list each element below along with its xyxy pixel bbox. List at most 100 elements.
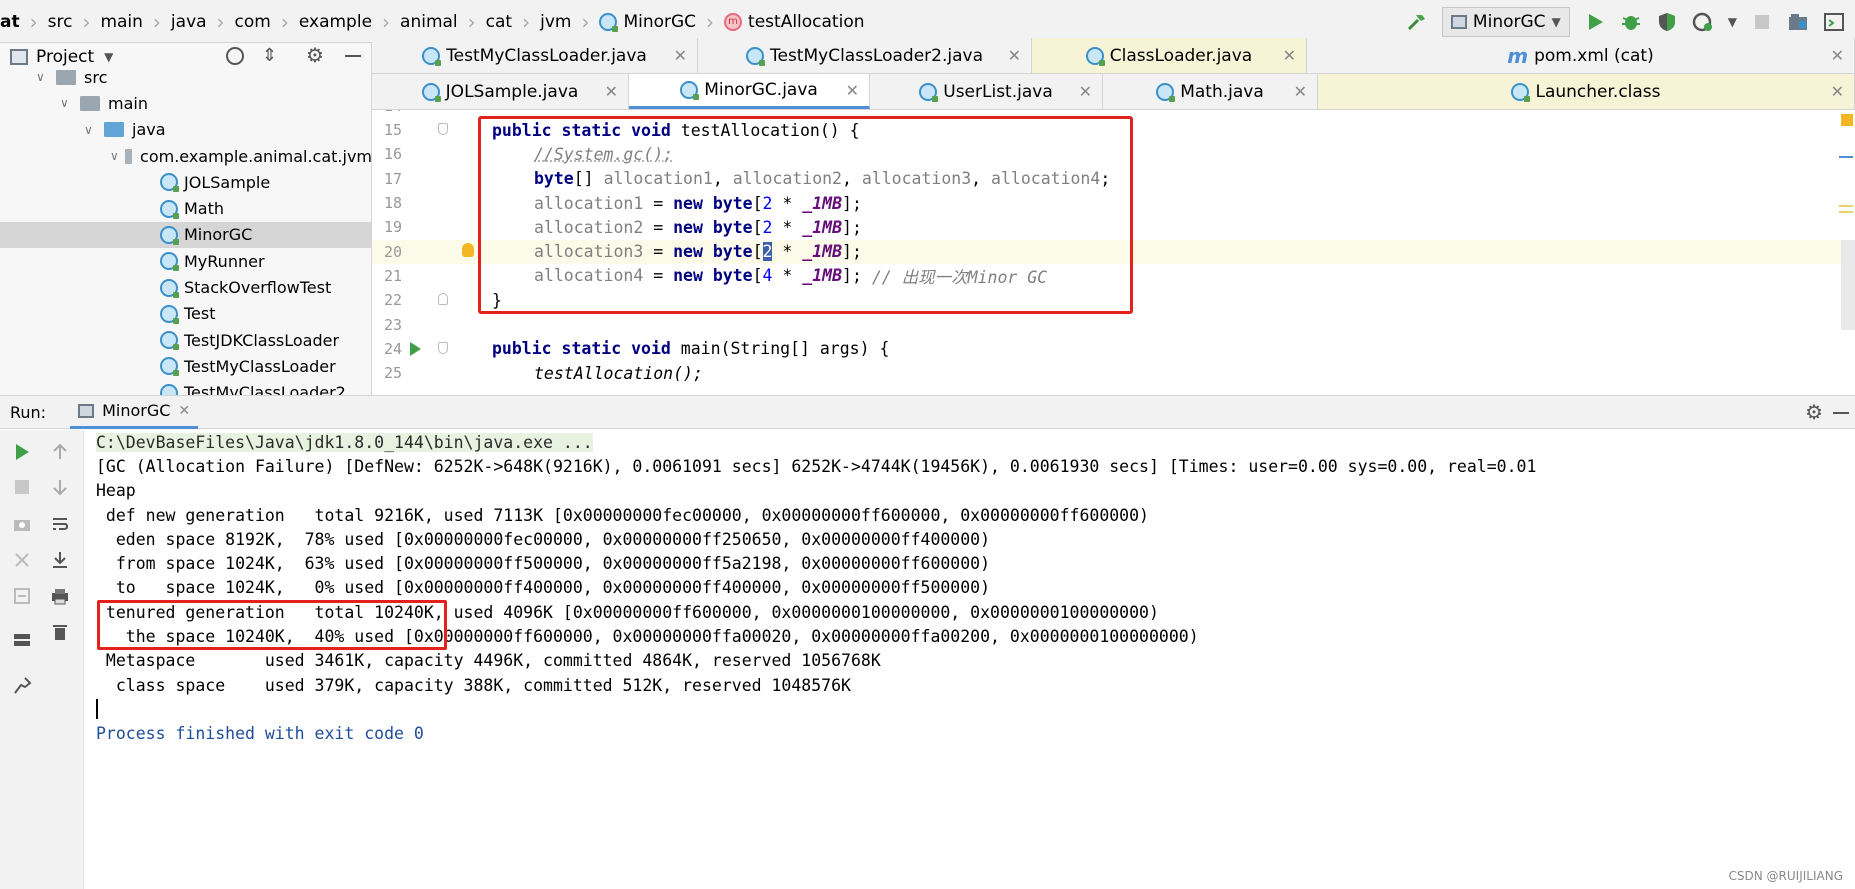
layout-icon[interactable]: [12, 630, 34, 650]
camera-icon[interactable]: [12, 514, 34, 534]
scrollbar-thumb[interactable]: [1841, 240, 1855, 330]
editor-tab[interactable]: TestMyClassLoader2.java ✕: [698, 38, 1032, 73]
stop-icon[interactable]: [12, 477, 34, 497]
error-stripe-marker[interactable]: [1839, 156, 1853, 158]
chevron-down-icon[interactable]: ∨: [84, 123, 98, 137]
breadcrumb-item[interactable]: java: [165, 12, 213, 32]
project-view-icon: [10, 49, 28, 65]
minimize-icon[interactable]: [345, 55, 361, 57]
editor-tab-label: Math.java: [1180, 81, 1264, 102]
breadcrumb-item[interactable]: cat: [480, 12, 518, 32]
tree-item[interactable]: Test: [0, 301, 371, 327]
terminal-icon[interactable]: [1823, 11, 1845, 33]
locate-file-icon[interactable]: [226, 47, 244, 65]
fold-marker-icon[interactable]: [438, 123, 448, 135]
close-icon[interactable]: ✕: [1294, 82, 1307, 101]
console-line: eden space 8192K, 78% used [0x00000000fe…: [96, 529, 991, 549]
run-label: Run:: [10, 402, 47, 422]
close-icon[interactable]: ✕: [1079, 82, 1092, 101]
debug-icon[interactable]: [1620, 11, 1642, 33]
close-icon[interactable]: ✕: [605, 82, 618, 101]
tree-item[interactable]: ∨ com.example.animal.cat.jvm: [0, 143, 371, 169]
run-gutter-icon[interactable]: [410, 341, 421, 356]
run-icon[interactable]: [1584, 11, 1606, 33]
folder-icon: [80, 95, 100, 111]
close-icon[interactable]: ✕: [1008, 46, 1021, 65]
console-line: C:\DevBaseFiles\Java\jdk1.8.0_144\bin\ja…: [96, 432, 593, 452]
tree-item[interactable]: TestMyClassLoader2: [0, 380, 371, 395]
editor-tab[interactable]: TestMyClassLoader.java ✕: [372, 38, 698, 73]
close-icon[interactable]: ✕: [846, 81, 859, 100]
editor-tab[interactable]: m pom.xml (cat) ✕: [1307, 38, 1855, 73]
breadcrumb-item[interactable]: m testAllocation: [718, 12, 870, 32]
profiler-icon[interactable]: [1692, 11, 1714, 33]
method-icon: m: [724, 12, 743, 31]
tree-item[interactable]: TestMyClassLoader: [0, 353, 371, 379]
tree-item[interactable]: JOLSample: [0, 169, 371, 195]
package-icon: [124, 148, 133, 164]
tree-item[interactable]: StackOverflowTest: [0, 274, 371, 300]
intention-bulb-icon[interactable]: [462, 242, 474, 257]
breadcrumb-item[interactable]: example: [293, 12, 378, 32]
tree-item[interactable]: MyRunner: [0, 248, 371, 274]
close-icon[interactable]: ✕: [674, 46, 687, 65]
run-tab[interactable]: MinorGC ✕: [70, 395, 199, 429]
down-arrow-icon[interactable]: [50, 477, 72, 497]
error-stripe-marker[interactable]: [1839, 211, 1853, 213]
warning-marker[interactable]: [1841, 114, 1853, 126]
pin-icon[interactable]: [12, 676, 34, 696]
tree-item[interactable]: ∨ java: [0, 117, 371, 143]
coverage-icon[interactable]: [1656, 11, 1678, 33]
fold-marker-icon[interactable]: [438, 341, 448, 354]
gear-icon[interactable]: ⚙: [1805, 400, 1823, 424]
chevron-down-icon[interactable]: ▼: [104, 50, 113, 64]
trash-icon[interactable]: [50, 622, 72, 642]
breadcrumb-item[interactable]: com: [229, 12, 277, 32]
fold-marker-icon[interactable]: [438, 293, 448, 306]
tree-item[interactable]: Math: [0, 195, 371, 221]
close-icon[interactable]: ✕: [178, 403, 190, 419]
console-output[interactable]: C:\DevBaseFiles\Java\jdk1.8.0_144\bin\ja…: [84, 430, 1855, 889]
chevron-down-icon[interactable]: ∨: [60, 96, 74, 110]
editor-tab[interactable]: Launcher.class ✕: [1318, 74, 1855, 109]
soft-wrap-icon[interactable]: [50, 514, 72, 534]
build-hammer-icon[interactable]: [1406, 11, 1428, 33]
editor-tab[interactable]: MinorGC.java ✕: [629, 74, 870, 109]
editor-tab[interactable]: UserList.java ✕: [870, 74, 1103, 109]
tree-item[interactable]: ∨ main: [0, 90, 371, 116]
error-stripe-marker[interactable]: [1839, 205, 1853, 207]
tree-item[interactable]: ∨ src: [0, 64, 371, 90]
tree-item-label: JOLSample: [184, 172, 271, 192]
more-run-options-icon[interactable]: ▼: [1728, 15, 1737, 29]
close-icon[interactable]: ✕: [1831, 46, 1844, 65]
rerun-icon[interactable]: [12, 442, 34, 462]
run-configuration-select[interactable]: MinorGC ▼: [1441, 6, 1570, 37]
tree-item-label: src: [84, 67, 108, 87]
collapse-all-icon[interactable]: ⇕: [262, 45, 277, 66]
chevron-down-icon[interactable]: ∨: [110, 149, 119, 163]
exit-icon[interactable]: [12, 586, 34, 606]
breadcrumb-item[interactable]: main: [94, 12, 148, 32]
editor-tab[interactable]: Math.java ✕: [1103, 74, 1318, 109]
editor-tab[interactable]: JOLSample.java ✕: [372, 74, 629, 109]
print-icon[interactable]: [50, 586, 72, 606]
tree-item-label: TestMyClassLoader2: [184, 383, 346, 395]
project-structure-icon[interactable]: [1787, 11, 1809, 33]
close-icon[interactable]: ✕: [1831, 82, 1844, 101]
tree-item[interactable]: MinorGC: [0, 221, 371, 249]
breadcrumb-item[interactable]: MinorGC: [593, 12, 702, 32]
scroll-to-end-icon[interactable]: [50, 550, 72, 570]
tree-item[interactable]: TestJDKClassLoader: [0, 327, 371, 353]
threads-icon[interactable]: [12, 550, 34, 570]
breadcrumb-item[interactable]: animal: [394, 12, 464, 32]
chevron-down-icon[interactable]: ∨: [36, 70, 50, 84]
stop-icon[interactable]: [1751, 11, 1773, 33]
editor-tab[interactable]: ClassLoader.java ✕: [1032, 38, 1307, 73]
breadcrumb-item[interactable]: src: [42, 12, 79, 32]
breadcrumb-item[interactable]: jvm: [534, 12, 577, 32]
minimize-icon[interactable]: [1833, 412, 1849, 414]
breadcrumb-item[interactable]: at: [0, 12, 26, 32]
close-icon[interactable]: ✕: [1283, 46, 1296, 65]
class-icon: [160, 331, 178, 350]
up-arrow-icon[interactable]: [50, 442, 72, 462]
